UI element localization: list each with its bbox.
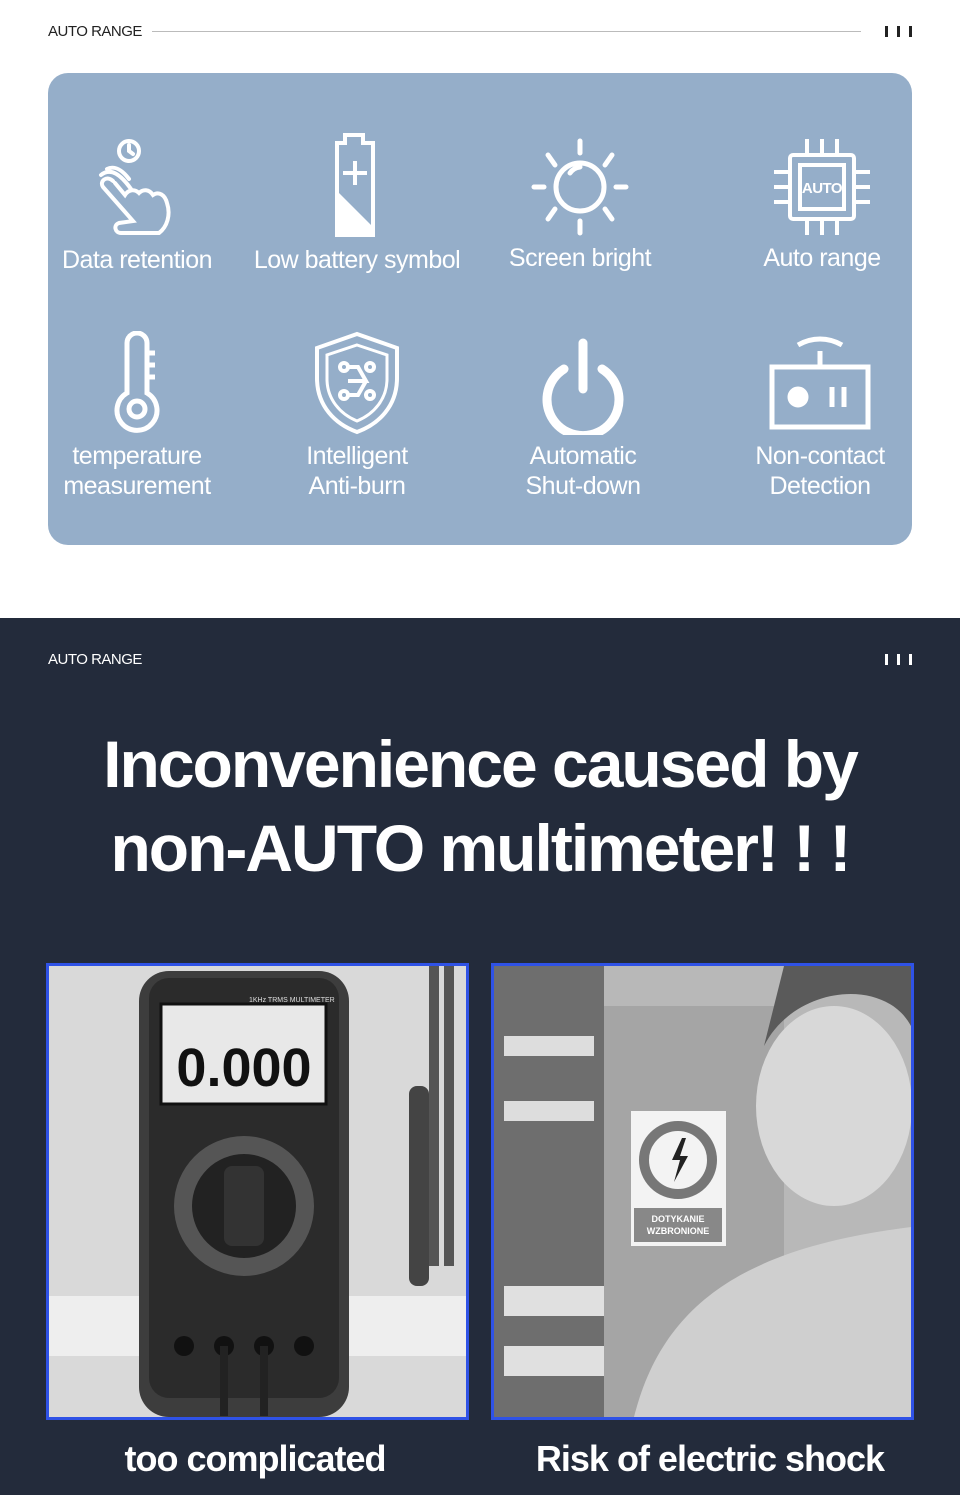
section-title: AUTO RANGE: [48, 650, 142, 668]
feature-label: Data retention: [61, 246, 213, 274]
feature-anti-burn: Intelligent Anti-burn: [247, 331, 467, 501]
divider: [151, 30, 861, 32]
section-title: AUTO RANGE: [48, 22, 142, 40]
section-header: AUTO RANGE: [48, 21, 912, 41]
shield-circuit-icon: [315, 331, 399, 435]
feature-temperature: temperature measurement: [27, 331, 247, 501]
multimeter-image: 1KHz TRMS MULTIMETER 0.000: [49, 966, 466, 1417]
multimeter-photo: 1KHz TRMS MULTIMETER 0.000: [46, 963, 469, 1420]
headline: Inconvenience caused by non-AUTO multime…: [103, 727, 859, 885]
svg-text:DOTYKANIE: DOTYKANIE: [651, 1214, 704, 1224]
feature-auto-shutdown: Automatic Shut-down: [473, 335, 693, 501]
svg-text:0.000: 0.000: [176, 1038, 311, 1098]
bars-icon: [885, 25, 912, 37]
photo-caption: too complicated: [124, 1438, 386, 1479]
features-panel: Data retention Low battery symbol Screen…: [48, 73, 912, 545]
feature-non-contact: Non-contact Detection: [710, 335, 930, 501]
thermometer-icon: [114, 331, 160, 433]
auto-chip-icon: AUTO: [774, 139, 870, 235]
feature-label: Screen bright: [508, 244, 652, 272]
feature-label: Low battery symbol: [253, 246, 461, 274]
battery-icon: [335, 133, 375, 237]
feature-label: Non-contact Detection: [755, 442, 885, 500]
feature-label: temperature measurement: [63, 442, 211, 500]
feature-data-retention: Data retention: [27, 135, 247, 275]
feature-label: Intelligent Anti-burn: [306, 442, 408, 500]
power-icon: [542, 338, 624, 435]
feature-label: Automatic Shut-down: [525, 442, 641, 500]
svg-text:WZBRONIONE: WZBRONIONE: [647, 1226, 710, 1236]
feature-screen-bright: Screen bright: [470, 137, 690, 273]
sun-icon: [531, 138, 629, 236]
section-header: AUTO RANGE: [48, 649, 912, 669]
ncv-detector-icon: [769, 336, 871, 430]
feature-auto-range: AUTO Auto range: [712, 137, 932, 273]
photo-caption: Risk of electric shock: [535, 1438, 885, 1479]
svg-text:AUTO: AUTO: [802, 180, 843, 197]
touch-hand-icon: [99, 139, 171, 235]
electric-shock-image: DOTYKANIE WZBRONIONE: [494, 966, 911, 1417]
feature-label: Auto range: [763, 244, 881, 272]
svg-text:1KHz TRMS MULTIMETER: 1KHz TRMS MULTIMETER: [249, 997, 335, 1004]
feature-low-battery: Low battery symbol: [247, 133, 467, 275]
electric-shock-photo: DOTYKANIE WZBRONIONE: [491, 963, 914, 1420]
bars-icon: [885, 653, 912, 665]
